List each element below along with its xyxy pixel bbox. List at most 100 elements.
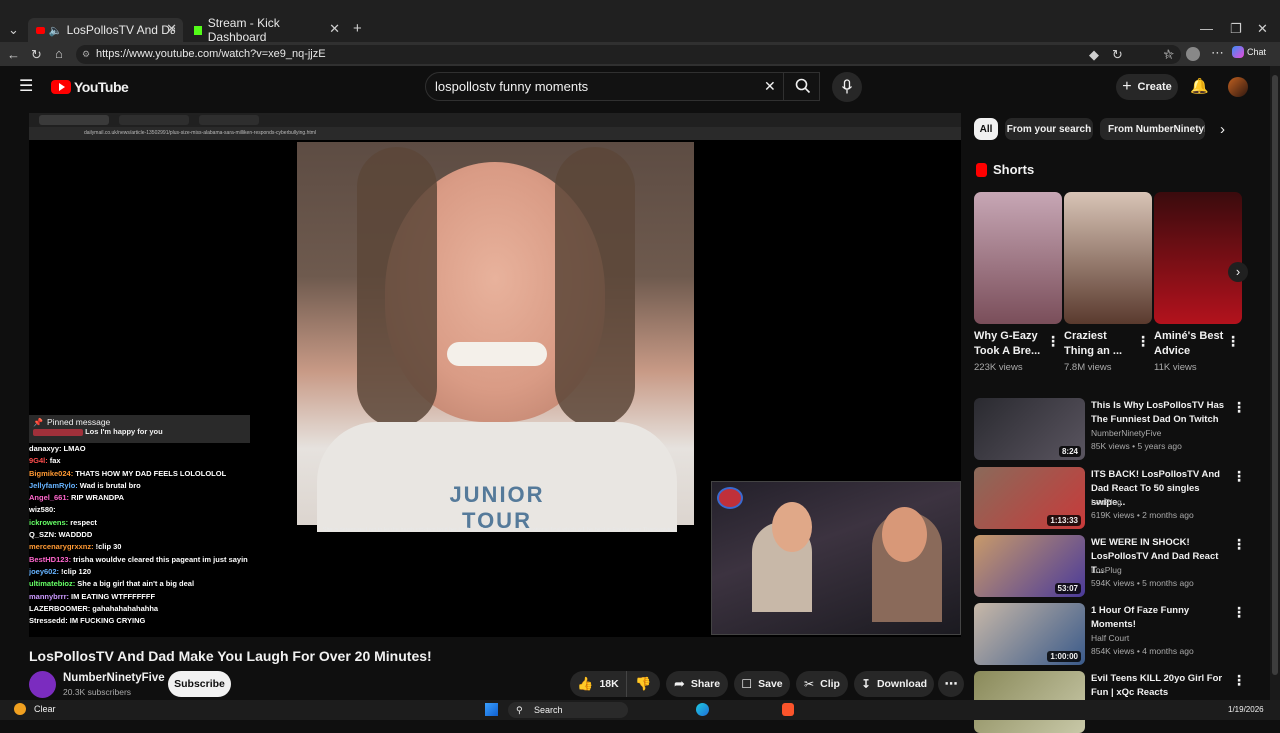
chat-message: joey602: !clip 120 (29, 566, 251, 578)
scrollbar-thumb[interactable] (1272, 75, 1278, 675)
chip-all[interactable]: All (974, 118, 998, 140)
profile-avatar[interactable] (1186, 47, 1200, 61)
video-channel-name[interactable]: LosPlug (1091, 565, 1122, 575)
more-vert-icon[interactable]: ⋮ (1226, 333, 1240, 350)
dislike-button[interactable]: 👎 (626, 671, 660, 697)
weather-icon[interactable] (14, 703, 26, 715)
video-thumbnail[interactable]: 53:07 (974, 535, 1085, 597)
video-duration: 8:24 (1058, 446, 1081, 457)
close-tab-icon[interactable]: ✕ (166, 21, 177, 37)
more-vert-icon[interactable]: ⋮ (1046, 333, 1060, 350)
share-icon: ➦ (673, 676, 685, 691)
account-avatar[interactable] (1228, 77, 1248, 97)
chat-username: ickrowens: (29, 517, 69, 527)
chat-username: wiz580: (29, 505, 56, 515)
short-thumbnail[interactable] (1064, 192, 1152, 324)
short-thumbnail[interactable] (974, 192, 1062, 324)
video-thumbnail[interactable]: 1:00:00 (974, 603, 1085, 665)
short-thumbnail[interactable] (1154, 192, 1242, 324)
favorites-icon[interactable]: ☆ (1163, 48, 1175, 61)
chat-message: BestHD123: trisha wouldve cleared this pa… (29, 554, 251, 566)
chevron-right-icon[interactable]: › (1220, 122, 1225, 137)
taskbar-search[interactable]: ⚲ Search (508, 702, 628, 718)
create-button[interactable]: + Create (1116, 74, 1178, 100)
minimize-icon[interactable]: — (1200, 22, 1213, 35)
search-input[interactable]: lospollostv funny moments (425, 72, 820, 101)
chip-from-channel[interactable]: From NumberNinetyFive (1100, 118, 1205, 140)
brave-icon[interactable] (782, 703, 794, 716)
save-button[interactable]: ☐ Save (734, 671, 790, 697)
browser-tab-kick[interactable]: Stream - Kick Dashboard ✕ (186, 16, 346, 44)
video-title-link[interactable]: Evil Teens KILL 20yo Girl For Fun | xQc … (1091, 672, 1231, 700)
more-vert-icon[interactable]: ⋮ (1232, 468, 1246, 485)
video-channel-name[interactable]: LosPlug (1091, 497, 1122, 507)
browser-tab-youtube[interactable]: 🔈 LosPollosTV And Dad Make Y ✕ (28, 18, 183, 42)
start-icon[interactable] (485, 703, 498, 716)
short-title[interactable]: Craziest Thing an ... (1064, 329, 1136, 359)
video-channel-name[interactable]: Half Court (1091, 633, 1129, 643)
short-title[interactable]: Why G-Eazy Took A Bre... (974, 329, 1046, 359)
back-icon[interactable]: ← (7, 48, 20, 61)
chat-text: respect (70, 517, 97, 527)
video-thumbnail[interactable]: 8:24 (974, 398, 1085, 460)
search-icon (795, 78, 811, 94)
more-vert-icon[interactable]: ⋮ (1232, 536, 1246, 553)
search-button[interactable] (783, 72, 821, 101)
new-tab-icon[interactable]: + (353, 21, 362, 36)
speaker-icon[interactable]: 🔈 (49, 24, 63, 37)
voice-search-button[interactable] (832, 72, 862, 102)
clip-button[interactable]: ✂ Clip (796, 671, 848, 697)
shorts-heading-label: Shorts (993, 162, 1035, 177)
youtube-logo[interactable]: YouTube (51, 79, 129, 95)
copilot-chat-button[interactable]: Chat (1232, 46, 1266, 58)
site-info-icon[interactable]: ⚙ (82, 45, 90, 64)
windows-taskbar: Clear ⚲ Search 1/19/2026 (0, 700, 1280, 720)
chat-message: 9G4l: fax (29, 455, 251, 467)
extension-icon[interactable]: ◆ (1089, 48, 1099, 61)
more-actions-button[interactable]: ⋯ (938, 671, 964, 697)
notifications-bell-icon[interactable]: 🔔 (1190, 79, 1209, 94)
shorts-next-button[interactable]: › (1228, 262, 1248, 282)
video-meta: 854K views • 4 months ago (1091, 646, 1194, 656)
window-close-icon[interactable]: ✕ (1257, 22, 1268, 35)
hamburger-menu-icon[interactable]: ☰ (19, 79, 33, 95)
download-label: Download (876, 678, 928, 690)
video-title-link[interactable]: This Is Why LosPollosTV Has The Funniest… (1091, 399, 1231, 427)
channel-avatar[interactable] (29, 671, 56, 698)
more-menu-icon[interactable]: ⋯ (1211, 46, 1224, 59)
video-title-link[interactable]: 1 Hour Of Faze Funny Moments! (1091, 604, 1231, 632)
refresh-extension-icon[interactable]: ↻ (1112, 48, 1123, 61)
share-button[interactable]: ➦ Share (666, 671, 728, 697)
chat-text: Wad is brutal bro (79, 480, 141, 490)
chat-text: !clip 120 (61, 566, 92, 576)
more-vert-icon[interactable]: ⋮ (1232, 399, 1246, 416)
more-vert-icon[interactable]: ⋮ (1232, 672, 1246, 689)
chat-text: gahahahahahahha (92, 603, 159, 613)
channel-name[interactable]: NumberNinetyFive (63, 672, 165, 684)
video-player[interactable]: dailymail.co.uk/news/article-13502991/pl… (29, 113, 961, 637)
close-tab-icon[interactable]: ✕ (329, 21, 340, 37)
reload-icon[interactable]: ↻ (31, 48, 42, 61)
tab-list-chevron-icon[interactable]: ⌄ (8, 23, 19, 36)
more-vert-icon[interactable]: ⋮ (1232, 604, 1246, 621)
video-channel-name[interactable]: NumberNinetyFive (1091, 428, 1161, 438)
restore-icon[interactable]: ❐ (1230, 22, 1242, 35)
home-icon[interactable]: ⌂ (55, 47, 63, 60)
edge-icon[interactable] (696, 703, 709, 716)
more-vert-icon[interactable]: ⋮ (1136, 333, 1150, 350)
video-thumbnail[interactable]: 1:13:33 (974, 467, 1085, 529)
short-title[interactable]: Aminé's Best Advice (1154, 329, 1226, 359)
short-views: 11K views (1154, 362, 1197, 373)
clear-search-icon[interactable]: ✕ (764, 79, 776, 93)
chat-text: WADDDD (58, 530, 93, 540)
download-button[interactable]: ↧ Download (854, 671, 934, 697)
chip-from-your-search[interactable]: From your search (1005, 118, 1093, 140)
article-photo: JUNIOR TOUR (297, 142, 694, 533)
browser-tab-strip: ⌄ 🔈 LosPollosTV And Dad Make Y ✕ Stream … (0, 0, 1280, 44)
address-bar[interactable]: ⚙ https://www.youtube.com/watch?v=xe9_nq… (76, 45, 1181, 64)
chat-text: fax (49, 456, 61, 466)
search-query: lospollostv funny moments (435, 79, 589, 94)
like-button[interactable]: 👍 18K (570, 671, 626, 697)
pinned-label: Pinned message (46, 417, 111, 427)
subscribe-button[interactable]: Subscribe (168, 671, 231, 697)
